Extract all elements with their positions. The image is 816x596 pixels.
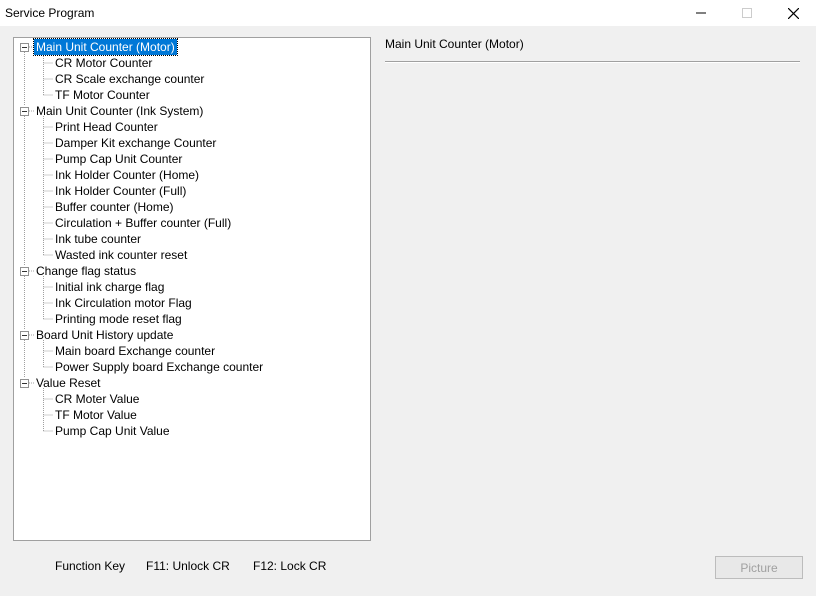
maximize-button [724,0,770,26]
minimize-button[interactable] [678,0,724,26]
tree-child-item[interactable]: Print Head Counter [53,119,160,135]
tree-child-item[interactable]: Initial ink charge flag [53,279,166,295]
tree-child-item[interactable]: TF Motor Counter [53,87,152,103]
minimize-icon [696,12,706,14]
tree-child-item[interactable]: TF Motor Value [53,407,139,423]
tree-child-item[interactable]: Wasted ink counter reset [53,247,189,263]
collapse-icon[interactable] [20,106,29,116]
detail-title: Main Unit Counter (Motor) [385,37,524,51]
close-icon [787,7,799,19]
maximize-icon [742,8,752,18]
tree-child-item[interactable]: CR Scale exchange counter [53,71,206,87]
picture-button[interactable]: Picture [715,556,803,579]
tree-child-item[interactable]: Ink tube counter [53,231,143,247]
function-tree[interactable]: Main Unit Counter (Motor) CR Motor Counte… [13,37,371,541]
tree-child-item[interactable]: Power Supply board Exchange counter [53,359,265,375]
tree-group-item[interactable]: Change flag status [34,263,138,279]
tree-child-item[interactable]: Ink Holder Counter (Home) [53,167,201,183]
f12-lock-cr-label: F12: Lock CR [253,559,327,573]
tree-group-item[interactable]: Value Reset [34,375,102,391]
f11-unlock-cr-label: F11: Unlock CR [146,559,230,573]
tree-group-item[interactable]: Main Unit Counter (Ink System) [34,103,205,119]
function-key-label: Function Key [55,559,126,573]
collapse-icon[interactable] [20,266,29,276]
tree-child-item[interactable]: Buffer counter (Home) [53,199,176,215]
title-bar: Service Program [0,0,816,26]
detail-divider [385,61,800,63]
tree-child-item[interactable]: Printing mode reset flag [53,311,184,327]
tree-child-item[interactable]: Ink Holder Counter (Full) [53,183,188,199]
tree-child-item[interactable]: Main board Exchange counter [53,343,217,359]
tree-group-item[interactable]: Board Unit History update [34,327,175,343]
tree-child-item[interactable]: Pump Cap Unit Counter [53,151,184,167]
tree-child-item[interactable]: Circulation + Buffer counter (Full) [53,215,233,231]
close-button[interactable] [770,0,816,26]
window-title: Service Program [5,6,95,20]
tree-child-item[interactable]: Ink Circulation motor Flag [53,295,194,311]
tree-child-item[interactable]: CR Motor Counter [53,55,154,71]
tree-child-item[interactable]: CR Moter Value [53,391,141,407]
tree-child-item[interactable]: Damper Kit exchange Counter [53,135,218,151]
collapse-icon[interactable] [20,330,29,340]
collapse-icon[interactable] [20,42,29,52]
tree-child-item[interactable]: Pump Cap Unit Value [53,423,172,439]
collapse-icon[interactable] [20,378,29,388]
tree-group-item[interactable]: Main Unit Counter (Motor) [33,38,178,56]
